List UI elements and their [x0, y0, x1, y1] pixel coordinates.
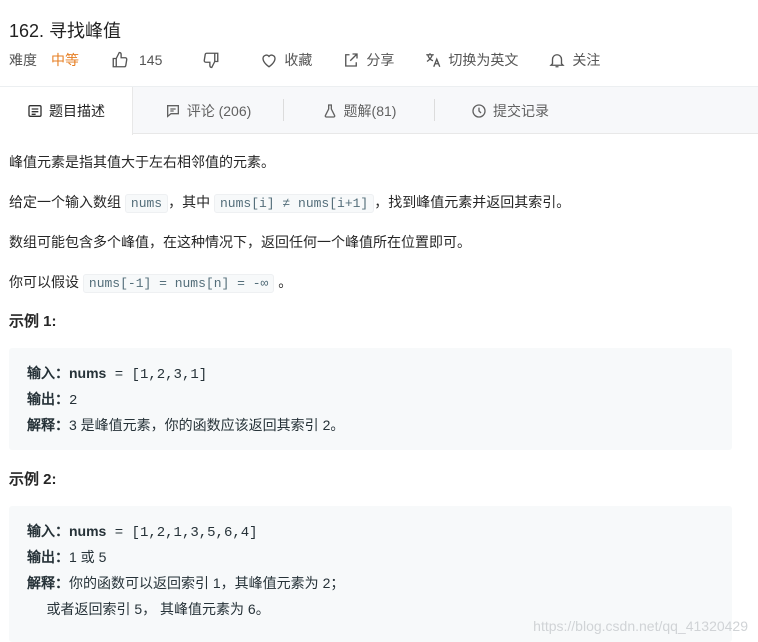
clock-icon	[472, 103, 486, 118]
example-heading: 示例 1:	[9, 313, 57, 330]
translate-icon	[426, 53, 441, 68]
text: ，其中	[168, 194, 211, 210]
inline-code: nums[i] ≠ nums[i+1]	[214, 194, 375, 213]
problem-meta-bar: 难度 中等 145 收藏 分享 切换为英文 关注	[9, 44, 749, 76]
description-paragraph: 你可以假设 nums[-1] = nums[n] = -∞ 。	[9, 272, 292, 294]
example-heading: 示例 2:	[9, 471, 57, 488]
text: 给定一个输入数组	[9, 194, 121, 210]
collect-label: 收藏	[284, 52, 313, 68]
example-output: 输出：2	[27, 391, 78, 409]
description-paragraph: 峰值元素是指其值大于左右相邻值的元素。	[9, 154, 275, 170]
problem-tabs: 题目描述 评论 (206) 题解(81) 提交记录	[0, 86, 758, 135]
tab-description[interactable]: 题目描述	[0, 87, 133, 135]
like-count: 145	[139, 52, 163, 68]
comment-icon	[166, 104, 179, 118]
text: ，找到峰值元素并返回其索引。	[374, 194, 571, 210]
text: 你可以假设	[9, 274, 79, 290]
follow-button[interactable]: 关注	[548, 50, 600, 70]
share-button[interactable]: 分享	[342, 50, 394, 70]
text: 。	[278, 274, 293, 290]
collect-button[interactable]: 收藏	[260, 50, 312, 70]
example-block: 输入：nums = [1,2,3,1] 输出：2 解释：3 是峰值元素，你的函数…	[9, 348, 732, 450]
inline-code: nums	[124, 194, 169, 213]
watermark: https://blog.csdn.net/qq_41320429	[533, 618, 748, 634]
description-icon	[28, 105, 42, 117]
bell-icon	[549, 54, 565, 68]
inline-code: nums[-1] = nums[n] = -∞	[82, 274, 275, 293]
problem-title: 162. 寻找峰值	[9, 21, 122, 41]
tab-label: 题解(81)	[343, 102, 397, 119]
problem-header: 162. 寻找峰值 难度 中等 145 收藏 分享 切换为英文 关注	[0, 0, 758, 86]
like-button[interactable]: 145	[111, 51, 162, 69]
tab-label: 题目描述	[49, 103, 105, 119]
example-explanation: 解释：3 是峰值元素，你的函数应该返回其索引 2。	[27, 417, 345, 433]
example-output: 输出：1 或 5	[27, 549, 107, 565]
example-input: 输入：nums = [1,2,1,3,5,6,4]	[27, 523, 258, 541]
tab-label: 提交记录	[493, 102, 549, 119]
example-input: 输入：nums = [1,2,3,1]	[27, 365, 208, 383]
tab-label: 评论 (206)	[186, 102, 252, 119]
dislike-button[interactable]	[202, 51, 226, 69]
tab-submissions[interactable]: 提交记录	[435, 87, 585, 134]
difficulty-label: 难度	[9, 52, 37, 68]
flask-icon	[324, 103, 335, 118]
difficulty-badge: 中等	[51, 52, 79, 68]
heart-icon	[262, 54, 277, 68]
tab-solutions[interactable]: 题解(81)	[284, 87, 434, 134]
share-label: 分享	[366, 52, 395, 68]
description-paragraph: 数组可能包含多个峰值，在这种情况下，返回任何一个峰值所在位置即可。	[9, 234, 471, 250]
share-icon	[345, 53, 359, 67]
description-paragraph: 给定一个输入数组 nums ，其中 nums[i] ≠ nums[i+1] ，找到峰…	[9, 192, 570, 214]
translate-label: 切换为英文	[448, 52, 519, 68]
thumbs-up-icon	[112, 51, 128, 68]
follow-label: 关注	[572, 52, 601, 68]
translate-button[interactable]: 切换为英文	[424, 50, 518, 70]
thumbs-down-icon	[203, 52, 219, 69]
tab-comments[interactable]: 评论 (206)	[133, 87, 283, 134]
example-explanation: 解释：你的函数可以返回索引 1，其峰值元素为 2；	[27, 575, 345, 591]
